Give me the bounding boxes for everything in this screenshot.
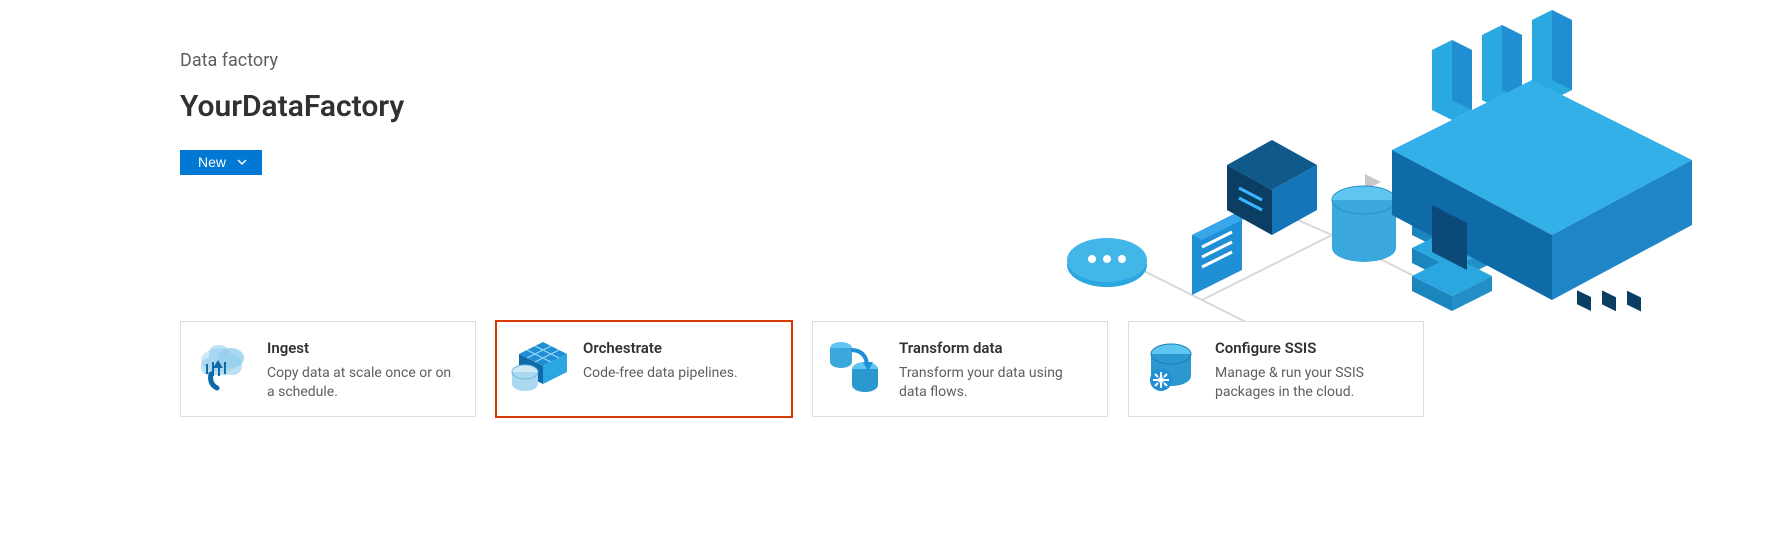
card-desc: Manage & run your SSIS packages in the c… (1215, 364, 1405, 402)
card-ingest[interactable]: Ingest Copy data at scale once or on a s… (180, 321, 476, 417)
card-orchestrate[interactable]: Orchestrate Code-free data pipelines. (496, 321, 792, 417)
cloud-upload-icon (195, 338, 251, 394)
card-desc: Code-free data pipelines. (583, 364, 738, 383)
card-title: Orchestrate (583, 338, 738, 358)
card-desc: Copy data at scale once or on a schedule… (267, 364, 457, 402)
card-title: Configure SSIS (1215, 338, 1405, 358)
new-button-label: New (198, 154, 226, 170)
card-desc: Transform your data using data flows. (899, 364, 1089, 402)
ssis-icon (1143, 338, 1199, 394)
chevron-down-icon (236, 156, 248, 168)
page-header: Data factory YourDataFactory New (180, 50, 404, 175)
card-title: Ingest (267, 338, 457, 358)
breadcrumb: Data factory (180, 50, 404, 71)
transform-icon (827, 338, 883, 394)
card-ssis[interactable]: Configure SSIS Manage & run your SSIS pa… (1128, 321, 1424, 417)
action-cards: Ingest Copy data at scale once or on a s… (180, 321, 1424, 417)
page-title: YourDataFactory (180, 89, 404, 124)
pipeline-icon (511, 338, 567, 394)
new-button[interactable]: New (180, 150, 262, 175)
hero-illustration (1032, 0, 1752, 330)
card-title: Transform data (899, 338, 1089, 358)
data-factory-home: { "header":{ "breadcrumb":"Data factory"… (0, 0, 1792, 539)
card-transform[interactable]: Transform data Transform your data using… (812, 321, 1108, 417)
